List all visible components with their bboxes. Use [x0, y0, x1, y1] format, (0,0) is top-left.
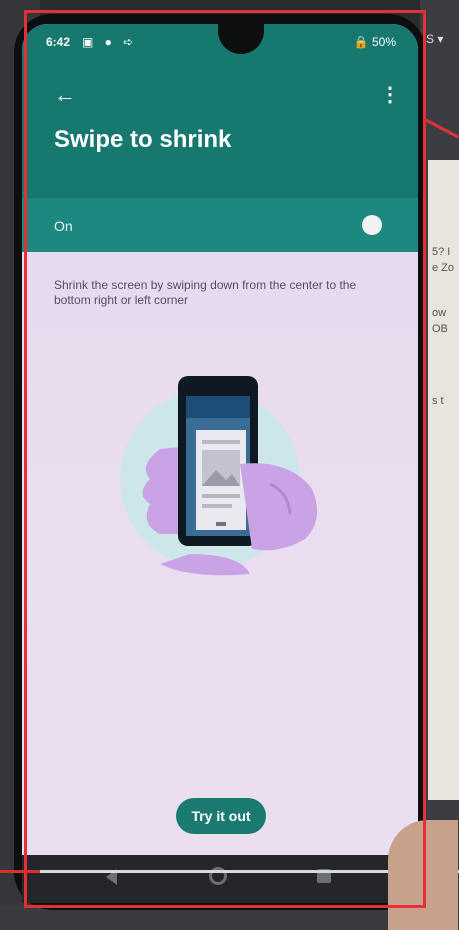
phone-screen: 6:42 ▣ ● ➪ 🔒 50% ← ⋮ Swipe to shrink On … — [22, 24, 418, 864]
description-text: Shrink the screen by swiping down from t… — [54, 278, 357, 307]
background-paper-text: 5? I — [432, 246, 451, 258]
app-bar: 6:42 ▣ ● ➪ 🔒 50% ← ⋮ Swipe to shrink — [22, 24, 418, 198]
swipe-to-shrink-toggle[interactable] — [362, 215, 382, 235]
phone-in-hand-illustration — [120, 376, 318, 576]
battery-indicator: 🔒 50% — [353, 35, 396, 49]
background-paper-text: ow — [432, 307, 447, 319]
background-corner-text: S ▾ — [426, 32, 444, 46]
try-it-out-button[interactable]: Try it out — [176, 798, 266, 834]
toggle-label: On — [54, 218, 73, 234]
toggle-row[interactable]: On — [22, 198, 418, 252]
notification-icons: ▣ ● ➪ — [82, 35, 138, 49]
page-title: Swipe to shrink — [54, 126, 232, 153]
back-arrow-icon[interactable]: ← — [54, 82, 76, 108]
background-paper-text: e Zo — [432, 262, 455, 274]
status-time: 6:42 — [46, 35, 71, 49]
more-options-icon[interactable]: ⋮ — [380, 82, 400, 107]
background-paper-text: s t — [432, 395, 444, 407]
background-paper-text: OB — [432, 323, 448, 335]
video-progress-played — [0, 870, 40, 873]
hand-thumb — [388, 820, 458, 930]
navigation-bar — [22, 855, 418, 903]
